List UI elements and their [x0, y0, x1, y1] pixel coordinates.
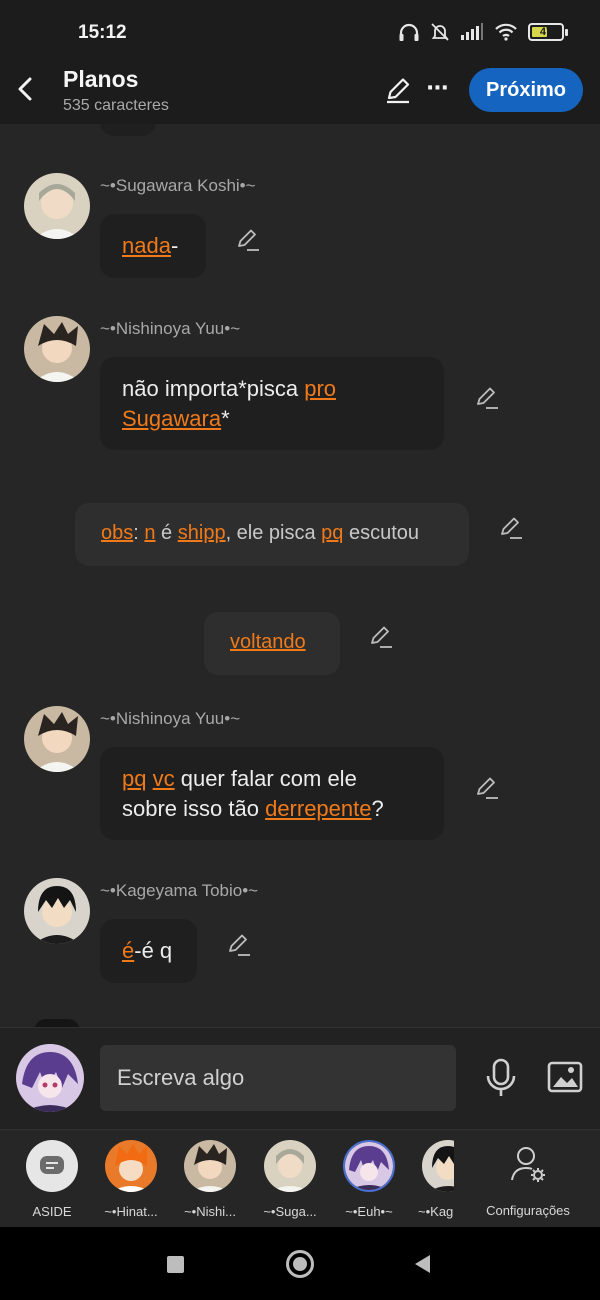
- edit-icon[interactable]: [384, 76, 412, 104]
- bell-muted-icon: [431, 23, 449, 41]
- message-bubble[interactable]: nada-: [100, 214, 206, 278]
- avatar-kageyama[interactable]: [24, 878, 90, 944]
- character-count: 535 caracteres: [63, 97, 169, 114]
- sender-name: ~•Kageyama Tobio•~: [100, 881, 259, 900]
- sender-name: ~•Sugawara Koshi•~: [100, 176, 256, 195]
- system-navigation-bar: [0, 1227, 600, 1300]
- pencil-icon[interactable]: [474, 384, 500, 410]
- settings-label: Configurações: [486, 1203, 570, 1218]
- message-bubble-partial: [100, 124, 156, 136]
- composer-bar: [0, 1027, 600, 1129]
- avatar-nishinoya[interactable]: [24, 316, 90, 382]
- pencil-icon[interactable]: [235, 226, 261, 252]
- avatar-nishinoya: [184, 1140, 236, 1192]
- message-link[interactable]: derrepente: [265, 796, 371, 821]
- chat-bubble-icon: [26, 1140, 78, 1192]
- wifi-icon: [495, 23, 517, 41]
- message-link[interactable]: é: [122, 938, 134, 963]
- message-text: *: [221, 406, 230, 431]
- microphone-icon[interactable]: [484, 1058, 518, 1098]
- message-link[interactable]: Sugawara: [122, 406, 221, 431]
- status-bar: 15:12 47: [0, 0, 600, 62]
- page-title: Planos: [63, 66, 139, 92]
- pencil-icon[interactable]: [498, 514, 524, 540]
- message-link[interactable]: pro: [304, 376, 336, 401]
- image-icon[interactable]: [547, 1061, 583, 1093]
- message-text: :: [133, 522, 145, 544]
- character-label: ~•Hinat...: [104, 1204, 158, 1219]
- back-nav-icon[interactable]: [413, 1254, 431, 1274]
- pencil-icon[interactable]: [474, 774, 500, 800]
- aside-bubble[interactable]: obs: n é shipp, ele pisca pq escutou: [75, 503, 469, 566]
- message-text: não importa*pisca: [122, 376, 305, 401]
- message-text: ?: [371, 796, 384, 821]
- aside-bubble[interactable]: voltando: [204, 612, 340, 675]
- avatar-sugawara: [264, 1140, 316, 1192]
- avatar-sugawara[interactable]: [24, 173, 90, 239]
- message-bubble[interactable]: pq vc quer falar com ele sobre isso tão d…: [100, 747, 444, 840]
- character-label: ~•Kag: [418, 1204, 454, 1219]
- character-item-euh[interactable]: ~•Euh•~: [329, 1140, 409, 1219]
- avatar-kageyama: [422, 1140, 454, 1192]
- settings-button[interactable]: Configurações: [478, 1142, 578, 1218]
- message-link[interactable]: voltando: [230, 631, 306, 653]
- message-text: escutou: [343, 522, 420, 544]
- current-character-avatar[interactable]: [16, 1044, 84, 1112]
- sender-name: ~•Nishinoya Yuu•~: [100, 319, 241, 338]
- character-item-hinata[interactable]: ~•Hinat...: [91, 1140, 171, 1219]
- back-arrow-icon[interactable]: [14, 74, 38, 104]
- character-item-nishinoya[interactable]: ~•Nishi...: [170, 1140, 250, 1219]
- avatar-euh: [343, 1140, 395, 1192]
- character-label: ~•Euh•~: [345, 1204, 393, 1219]
- message-text: é: [155, 522, 178, 544]
- message-bubble[interactable]: é-é q: [100, 919, 197, 983]
- signal-icon: [461, 23, 483, 40]
- battery-level: 47: [539, 26, 553, 38]
- message-text: -é q: [134, 938, 173, 963]
- more-options-icon[interactable]: ⋯: [424, 74, 452, 102]
- message-link[interactable]: n: [144, 522, 155, 544]
- message-link[interactable]: shipp: [178, 522, 226, 544]
- message-link[interactable]: obs: [101, 522, 133, 544]
- status-icons: 47: [398, 22, 568, 42]
- sender-name: ~•Nishinoya Yuu•~: [100, 709, 241, 728]
- status-time: 15:12: [78, 22, 127, 43]
- avatar-hinata: [105, 1140, 157, 1192]
- message-text: -: [170, 233, 179, 258]
- chat-area[interactable]: ~•Sugawara Koshi•~ nada- ~•Nishinoya Yuu…: [0, 124, 600, 1027]
- character-label: ~•Suga...: [263, 1204, 317, 1219]
- message-link[interactable]: vc: [153, 766, 175, 791]
- character-label: ~•Nishi...: [184, 1204, 236, 1219]
- header: Planos 535 caracteres ⋯ Próximo: [0, 62, 600, 124]
- avatar-partial: [34, 1019, 80, 1027]
- pencil-icon[interactable]: [226, 931, 252, 957]
- message-input[interactable]: [100, 1045, 456, 1111]
- headphones-icon: [399, 23, 419, 41]
- home-icon[interactable]: [286, 1250, 314, 1278]
- recent-apps-icon[interactable]: [167, 1256, 184, 1273]
- character-item-kageyama[interactable]: ~•Kag: [410, 1140, 454, 1219]
- character-label: ASIDE: [32, 1204, 72, 1219]
- message-link[interactable]: pq: [122, 766, 146, 791]
- battery-icon: 47: [528, 23, 568, 41]
- message-link[interactable]: nada: [122, 233, 171, 258]
- message-text: quer falar com ele: [174, 766, 357, 791]
- character-item-aside[interactable]: ASIDE: [12, 1140, 92, 1219]
- message-text: sobre isso tão: [122, 796, 266, 821]
- user-settings-icon: [511, 1147, 545, 1182]
- message-text: , ele pisca: [225, 522, 322, 544]
- message-bubble[interactable]: não importa*pisca pro Sugawara*: [100, 357, 444, 450]
- next-button[interactable]: Próximo: [469, 68, 583, 112]
- avatar-nishinoya[interactable]: [24, 706, 90, 772]
- character-bar: ASIDE ~•Hinat... ~•Nishi... ~•Suga... ~•…: [0, 1129, 600, 1227]
- character-item-sugawara[interactable]: ~•Suga...: [250, 1140, 330, 1219]
- message-link[interactable]: pq: [321, 522, 343, 544]
- pencil-icon[interactable]: [368, 623, 394, 649]
